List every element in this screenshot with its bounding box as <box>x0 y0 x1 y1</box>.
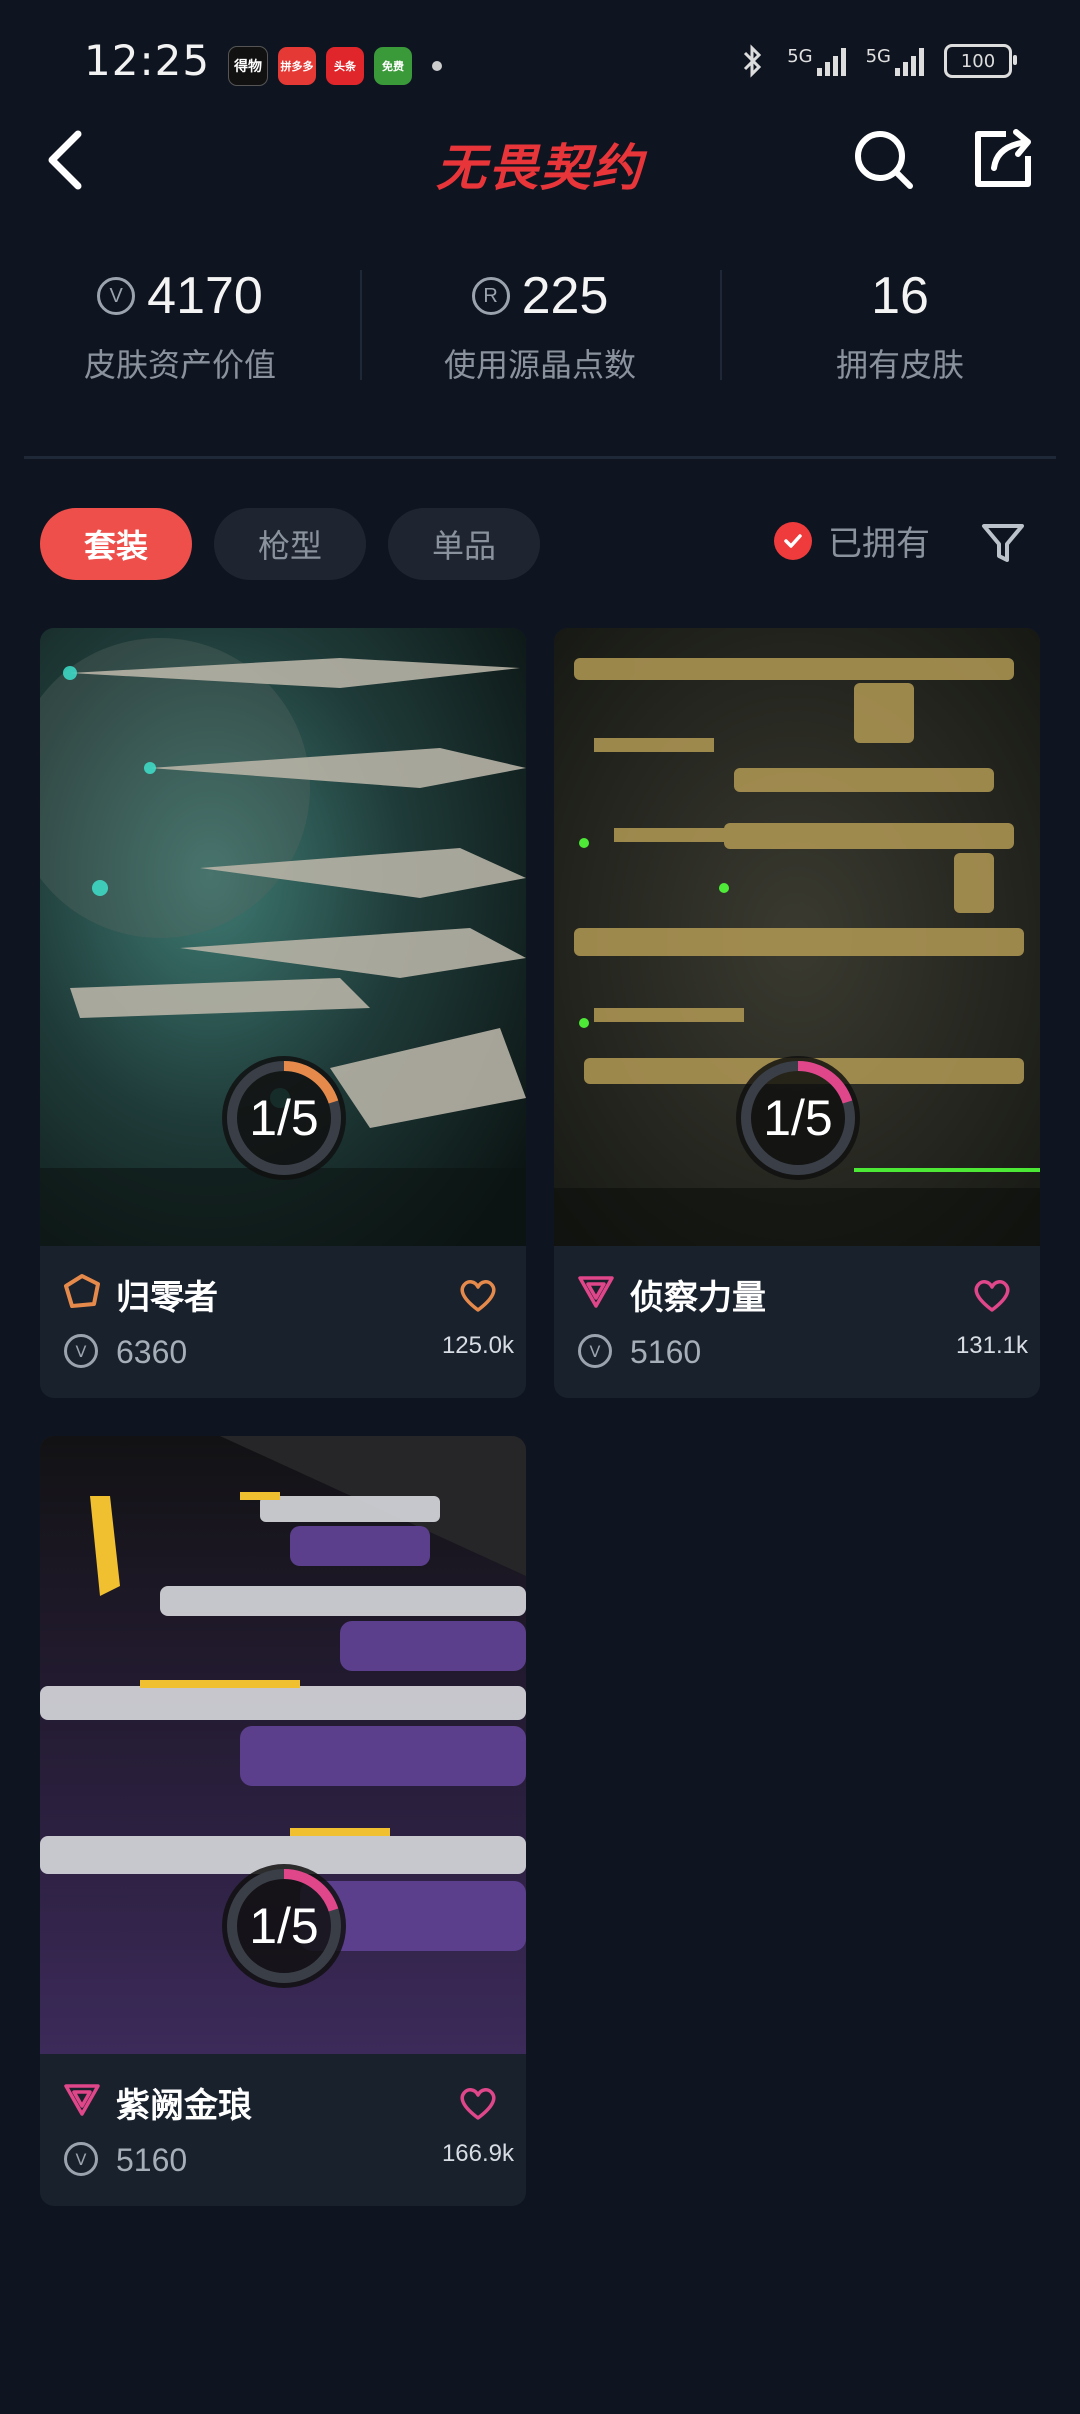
pinduoduo-app-icon: 拼多多 <box>278 47 316 85</box>
tab-bundles[interactable]: 套装 <box>40 508 193 580</box>
checkmark-icon <box>774 521 812 560</box>
more-notifications-dot <box>432 61 442 71</box>
card-info: 侦察力量 V 5160 131.1k <box>554 1246 1040 1398</box>
novel-app-icon: 免费 <box>374 47 412 85</box>
bundle-card[interactable]: 1/5 紫阙金琅 V 5160 166.9k <box>40 1436 526 2206</box>
like-count: 166.9k <box>441 2140 514 2167</box>
signal-bars-icon <box>816 46 846 76</box>
bundle-name: 紫阙金琅 <box>116 2086 252 2126</box>
filter-icon <box>982 524 1024 562</box>
heart-icon <box>460 1280 496 1312</box>
stat-owned-skins: 16 拥有皮肤 <box>720 250 1080 420</box>
heart-icon <box>974 1280 1010 1312</box>
category-tabs: 套装 枪型 单品 <box>40 508 541 580</box>
card-info: 归零者 V 6360 125.0k <box>40 1246 526 1398</box>
tab-single-items[interactable]: 单品 <box>388 508 541 580</box>
like-button[interactable] <box>972 1276 1012 1314</box>
battery-icon: 100 <box>944 44 1017 78</box>
bundle-price: 5160 <box>116 2142 188 2178</box>
bundle-price: 5160 <box>630 1334 702 1370</box>
signal-bars-icon <box>895 46 924 76</box>
collection-progress-text: 1/5 <box>249 1898 319 1954</box>
like-button[interactable] <box>458 2084 498 2122</box>
bundle-price: 6360 <box>116 1334 188 1370</box>
bundle-name: 侦察力量 <box>630 1278 766 1318</box>
bundle-name: 归零者 <box>116 1278 218 1318</box>
page-title: 无畏契约 <box>436 138 644 197</box>
like-button[interactable] <box>458 1276 498 1314</box>
stat-radianite-used: R 225 使用源晶点数 <box>360 250 720 420</box>
signal-1: 5G <box>787 46 846 76</box>
heart-icon <box>460 2088 496 2120</box>
like-count: 131.1k <box>955 1332 1028 1359</box>
status-time: 12:25 <box>84 36 211 85</box>
bluetooth-icon <box>744 44 762 78</box>
collection-progress-text: 1/5 <box>763 1090 833 1146</box>
collection-progress-text: 1/5 <box>249 1090 319 1146</box>
valorant-points-icon: V <box>64 2142 98 2176</box>
status-bar: 12:25 得物 拼多多 头条 免费 5G 5G 100 <box>0 0 1080 120</box>
valorant-points-icon: V <box>64 1334 98 1368</box>
owned-filter-toggle[interactable]: 已拥有 <box>774 516 930 565</box>
stat-label: 使用源晶点数 <box>443 346 636 384</box>
toutiao-app-icon: 头条 <box>326 47 364 85</box>
like-count: 125.0k <box>441 1332 514 1359</box>
exclusive-tier-icon <box>64 1274 100 1308</box>
dewu-app-icon: 得物 <box>228 46 268 86</box>
notification-icons: 得物 拼多多 头条 免费 <box>228 46 442 86</box>
tab-weapon-types[interactable]: 枪型 <box>214 508 367 580</box>
divider <box>24 456 1056 459</box>
stat-value: 16 <box>871 267 929 325</box>
stat-label: 拥有皮肤 <box>835 346 964 384</box>
stat-value: 4170 <box>147 267 263 325</box>
stat-label: 皮肤资产价值 <box>83 346 276 384</box>
owned-filter-label: 已拥有 <box>828 524 930 564</box>
premium-tier-icon <box>578 1276 614 1308</box>
search-button[interactable] <box>850 126 916 192</box>
filter-button[interactable] <box>978 518 1028 568</box>
bundle-card[interactable]: 1/5 归零者 V 6360 125.0k <box>40 628 526 1398</box>
signal-2: 5G <box>866 46 924 76</box>
stat-value: 225 <box>521 267 609 325</box>
card-info: 紫阙金琅 V 5160 166.9k <box>40 2054 526 2206</box>
stat-asset-value: V 4170 皮肤资产价值 <box>0 250 360 420</box>
stats-bar: V 4170 皮肤资产价值 R 225 使用源晶点数 16 拥有皮肤 <box>0 250 1080 420</box>
system-icons: 5G 5G 100 <box>739 44 1017 78</box>
valorant-points-icon: V <box>97 277 136 315</box>
premium-tier-icon <box>64 2084 100 2116</box>
share-button[interactable] <box>970 126 1036 192</box>
radianite-icon: R <box>471 277 510 315</box>
valorant-points-icon: V <box>578 1334 612 1368</box>
bundle-card[interactable]: 1/5 侦察力量 V 5160 131.1k <box>554 628 1040 1398</box>
